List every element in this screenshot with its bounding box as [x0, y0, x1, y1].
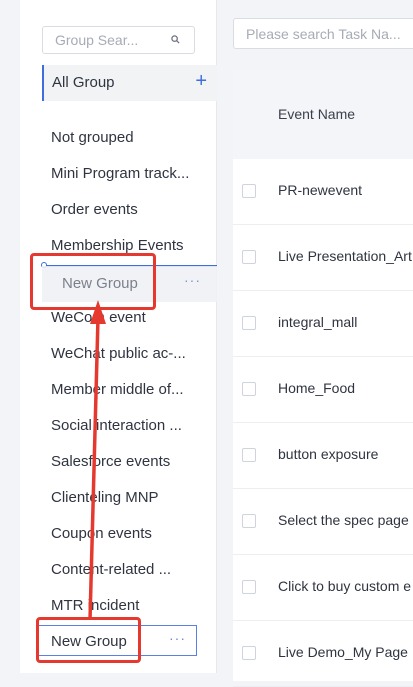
drag-arrow-annotation [88, 300, 106, 621]
arrow-head-icon [90, 300, 106, 324]
